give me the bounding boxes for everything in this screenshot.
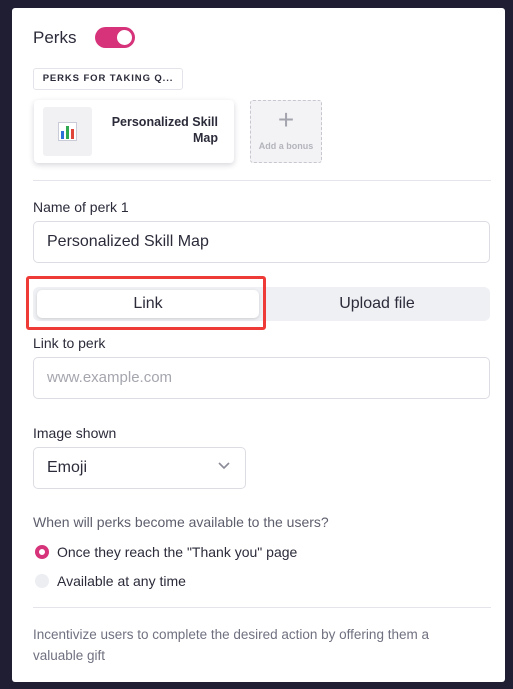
divider	[33, 180, 491, 181]
bar-chart-icon	[43, 107, 92, 156]
image-shown-value: Emoji	[47, 459, 88, 476]
link-input[interactable]: www.example.com	[33, 357, 490, 399]
perks-description: Incentivize users to complete the desire…	[33, 627, 429, 663]
radio-label-thank-you: Once they reach the "Thank you" page	[57, 544, 298, 560]
image-shown-label: Image shown	[33, 425, 117, 441]
radio-selected-icon	[35, 545, 49, 559]
perks-panel: Perks PERKS FOR TAKING Q... Personalized…	[12, 8, 505, 682]
highlight-box	[26, 276, 266, 330]
link-to-perk-label: Link to perk	[33, 335, 106, 351]
radio-label-any-time: Available at any time	[57, 573, 186, 589]
availability-question: When will perks become available to the …	[33, 514, 329, 530]
perks-toggle[interactable]	[95, 27, 135, 48]
perk-name-input[interactable]: Personalized Skill Map	[33, 221, 490, 263]
perk-name: Personalized Skill Map	[111, 115, 218, 145]
perk-card[interactable]: Personalized Skill Map	[34, 100, 234, 163]
perks-title: Perks	[33, 28, 77, 47]
perks-for-taking-chip[interactable]: PERKS FOR TAKING Q...	[33, 68, 183, 90]
radio-unselected-icon	[35, 574, 49, 588]
chevron-down-icon	[218, 462, 230, 470]
image-shown-select[interactable]: Emoji	[33, 447, 246, 489]
upload-file-tab[interactable]: Upload file	[267, 290, 487, 318]
add-bonus-label: Add a bonus	[258, 141, 314, 151]
add-bonus-button[interactable]: + Add a bonus	[250, 100, 322, 163]
divider	[33, 607, 491, 608]
name-of-perk-label: Name of perk 1	[33, 199, 129, 215]
plus-icon: +	[277, 104, 295, 135]
toggle-knob	[117, 30, 132, 45]
